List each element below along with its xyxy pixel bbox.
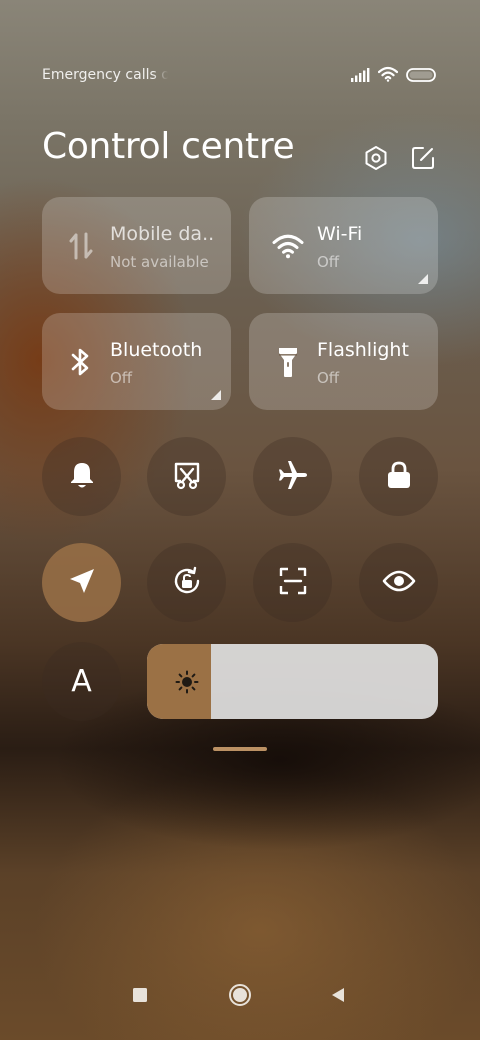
toggle-lock-screen[interactable] bbox=[359, 437, 438, 516]
status-bar: Emergency calls o bbox=[42, 66, 436, 88]
edit-icon[interactable] bbox=[409, 144, 437, 172]
drag-handle[interactable] bbox=[213, 747, 267, 751]
status-text: Emergency calls o bbox=[42, 67, 168, 83]
auto-brightness-label: A bbox=[71, 664, 92, 699]
navigation-bar bbox=[0, 980, 480, 1040]
mobile-data-icon bbox=[64, 229, 98, 263]
wifi-icon bbox=[271, 229, 305, 263]
tile-label: Bluetooth bbox=[110, 339, 203, 361]
sun-icon bbox=[175, 670, 199, 694]
status-icons bbox=[350, 66, 436, 86]
recents-icon[interactable] bbox=[125, 980, 155, 1010]
settings-icon[interactable] bbox=[362, 144, 390, 172]
expand-corner-icon[interactable] bbox=[418, 274, 428, 284]
tile-label: Flashlight bbox=[317, 339, 409, 361]
airplane-icon bbox=[277, 459, 309, 495]
tile-label: Wi-Fi bbox=[317, 223, 363, 245]
rotation-lock-icon bbox=[171, 565, 203, 601]
tile-flashlight[interactable]: Flashlight Off bbox=[249, 313, 438, 410]
brightness-slider[interactable] bbox=[147, 644, 438, 719]
tile-status: Off bbox=[317, 369, 340, 387]
expand-corner-icon[interactable] bbox=[211, 390, 221, 400]
toggle-screenshot[interactable] bbox=[147, 437, 226, 516]
tile-status: Off bbox=[110, 369, 133, 387]
signal-icon bbox=[350, 67, 370, 86]
tile-label: Mobile da.. bbox=[110, 223, 215, 245]
toggle-location[interactable] bbox=[42, 543, 121, 622]
tile-mobile-data[interactable]: Mobile da.. Not available bbox=[42, 197, 231, 294]
screenshot-icon bbox=[172, 460, 202, 494]
tile-bluetooth[interactable]: Bluetooth Off bbox=[42, 313, 231, 410]
lock-icon bbox=[386, 460, 412, 494]
back-icon[interactable] bbox=[323, 980, 353, 1010]
eye-icon bbox=[382, 569, 416, 597]
bell-icon bbox=[68, 460, 96, 494]
toggle-rotation-lock[interactable] bbox=[147, 543, 226, 622]
battery-icon bbox=[406, 67, 436, 86]
wifi-icon bbox=[377, 66, 399, 86]
tile-status: Not available bbox=[110, 253, 209, 271]
toggle-airplane[interactable] bbox=[253, 437, 332, 516]
page-title: Control centre bbox=[42, 126, 295, 167]
tile-status: Off bbox=[317, 253, 340, 271]
toggle-auto-brightness[interactable]: A bbox=[42, 642, 121, 721]
location-icon bbox=[68, 567, 96, 599]
home-icon[interactable] bbox=[225, 980, 255, 1010]
bluetooth-icon bbox=[64, 345, 98, 379]
toggle-sound[interactable] bbox=[42, 437, 121, 516]
scan-icon bbox=[278, 566, 308, 600]
flashlight-icon bbox=[271, 345, 305, 379]
toggle-reading-mode[interactable] bbox=[359, 543, 438, 622]
toggle-scanner[interactable] bbox=[253, 543, 332, 622]
tile-wifi[interactable]: Wi-Fi Off bbox=[249, 197, 438, 294]
